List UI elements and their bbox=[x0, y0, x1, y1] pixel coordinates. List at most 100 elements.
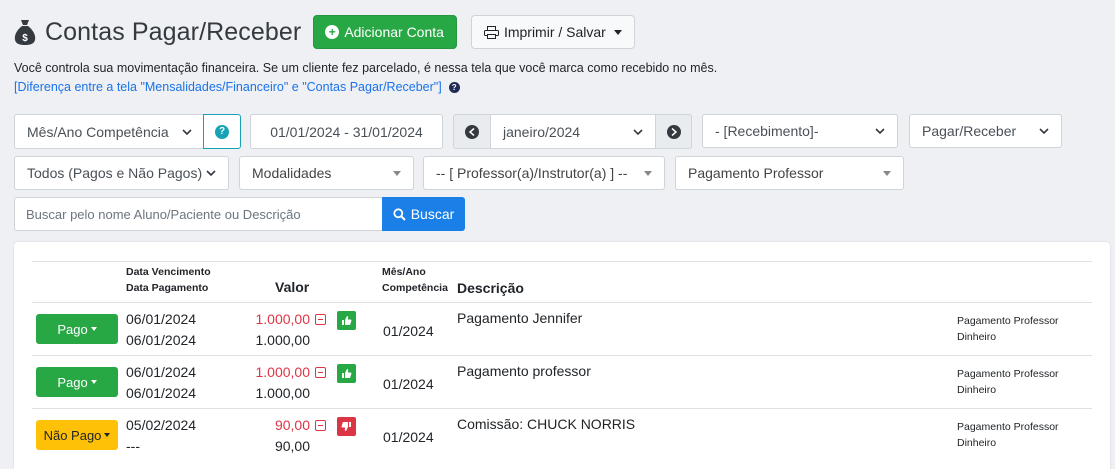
category-tag: Pagamento Professor bbox=[957, 368, 1059, 380]
category-value: Pagamento Professor bbox=[688, 165, 824, 181]
paid-status-select[interactable]: Todos (Pagos e Não Pagos) bbox=[14, 156, 229, 190]
search-icon bbox=[393, 207, 406, 221]
paid-amount: 1.000,00 bbox=[255, 385, 311, 401]
status-paid-button[interactable]: Pago bbox=[36, 314, 118, 344]
search-placeholder: Buscar pelo nome Aluno/Paciente ou Descr… bbox=[26, 206, 301, 222]
search-button-label: Buscar bbox=[410, 206, 455, 222]
table-row: Não Pago 05/02/2024 --- 90,00 90,00 01/2… bbox=[32, 409, 1092, 461]
paid-amount: 1.000,00 bbox=[255, 332, 311, 348]
category-tag: Pagamento Professor bbox=[957, 315, 1059, 327]
add-account-label: Adicionar Conta bbox=[344, 24, 444, 40]
pay-receive-value: Pagar/Receber bbox=[922, 123, 1017, 139]
chevron-down-icon bbox=[206, 170, 216, 177]
payment-date: 06/01/2024 bbox=[126, 332, 197, 348]
status-unpaid-button[interactable]: Não Pago bbox=[36, 420, 118, 450]
competence-value: 01/2024 bbox=[383, 429, 434, 445]
status-label: Pago bbox=[57, 321, 88, 337]
caret-down-icon bbox=[883, 170, 891, 176]
description-text: Pagamento professor bbox=[457, 363, 591, 379]
period-type-value: Mês/Ano Competência bbox=[27, 123, 169, 140]
paid-amount: 90,00 bbox=[274, 438, 310, 454]
category-tag: Pagamento Professor bbox=[957, 421, 1059, 433]
amount-value: 1.000,00 bbox=[255, 311, 311, 327]
accounts-card: Data Vencimento Data Pagamento Valor Mês… bbox=[14, 242, 1110, 469]
receipt-select[interactable]: - [Recebimento]- bbox=[702, 114, 898, 148]
payment-method-tag: Dinheiro bbox=[957, 384, 997, 396]
header-payment-date: Data Pagamento bbox=[126, 282, 209, 294]
amount-value: 90,00 bbox=[274, 417, 310, 433]
page-description: Você controla sua movimentação financeir… bbox=[14, 61, 718, 75]
page-title: Contas Pagar/Receber bbox=[45, 17, 302, 46]
page-header: $ Contas Pagar/Receber + Adicionar Conta… bbox=[14, 14, 635, 50]
money-bag-icon: $ bbox=[14, 20, 36, 45]
printer-icon bbox=[483, 25, 499, 39]
table-top-border bbox=[32, 261, 1092, 262]
search-input[interactable]: Buscar pelo nome Aluno/Paciente ou Descr… bbox=[14, 197, 383, 231]
due-date: 06/01/2024 bbox=[126, 311, 197, 327]
payment-date: --- bbox=[126, 438, 140, 454]
thumbs-up-icon[interactable] bbox=[337, 311, 356, 330]
minus-square-icon[interactable] bbox=[315, 314, 326, 325]
difference-link-text[interactable]: [Diferença entre a tela "Mensalidades/Fi… bbox=[14, 80, 442, 94]
add-account-button[interactable]: + Adicionar Conta bbox=[313, 15, 457, 49]
modalities-select[interactable]: Modalidades bbox=[239, 156, 414, 190]
amount-value: 1.000,00 bbox=[255, 364, 311, 380]
description-text: Comissão: CHUCK NORRIS bbox=[457, 416, 636, 432]
chevron-down-icon bbox=[182, 128, 192, 135]
thumbs-down-icon[interactable] bbox=[337, 417, 356, 436]
svg-text:$: $ bbox=[22, 33, 28, 44]
period-type-select[interactable]: Mês/Ano Competência bbox=[14, 114, 205, 149]
date-range-input[interactable]: 01/01/2024 - 31/01/2024 bbox=[250, 114, 443, 149]
status-label: Não Pago bbox=[43, 427, 102, 443]
header-competence: Competência bbox=[382, 282, 448, 294]
month-select[interactable]: janeiro/2024 bbox=[490, 114, 656, 149]
status-paid-button[interactable]: Pago bbox=[36, 367, 118, 397]
date-range-value: 01/01/2024 - 31/01/2024 bbox=[270, 123, 423, 140]
category-select[interactable]: Pagamento Professor bbox=[675, 156, 904, 190]
minus-square-icon[interactable] bbox=[315, 420, 326, 431]
table-row: Pago 06/01/2024 06/01/2024 1.000,00 1.00… bbox=[32, 303, 1092, 355]
paid-status-value: Todos (Pagos e Não Pagos) bbox=[27, 165, 203, 181]
caret-down-icon bbox=[393, 170, 401, 176]
professor-value: -- [ Professor(a)/Instrutor(a) ] -- bbox=[436, 165, 628, 181]
previous-month-button[interactable] bbox=[453, 114, 491, 149]
plus-icon: + bbox=[325, 25, 340, 39]
modalities-value: Modalidades bbox=[252, 165, 332, 181]
header-competence-month: Mês/Ano bbox=[382, 266, 426, 278]
thumbs-up-icon[interactable] bbox=[337, 364, 356, 383]
professor-select[interactable]: -- [ Professor(a)/Instrutor(a) ] -- bbox=[423, 156, 665, 190]
month-value: janeiro/2024 bbox=[503, 123, 581, 140]
chevron-left-icon bbox=[465, 124, 479, 139]
due-date: 05/02/2024 bbox=[126, 417, 197, 433]
payment-method-tag: Dinheiro bbox=[957, 437, 997, 449]
due-date: 06/01/2024 bbox=[126, 364, 197, 380]
chevron-right-icon bbox=[666, 124, 681, 139]
difference-help-link[interactable]: [Diferença entre a tela "Mensalidades/Fi… bbox=[14, 80, 460, 94]
minus-square-icon[interactable] bbox=[315, 367, 326, 378]
header-value: Valor bbox=[275, 279, 310, 295]
table-row: Pago 06/01/2024 06/01/2024 1.000,00 1.00… bbox=[32, 356, 1092, 408]
chevron-down-icon bbox=[633, 128, 643, 135]
header-description: Descrição bbox=[457, 280, 524, 296]
payment-date: 06/01/2024 bbox=[126, 385, 197, 401]
print-save-button[interactable]: Imprimir / Salvar bbox=[470, 15, 635, 49]
status-label: Pago bbox=[57, 374, 88, 390]
receipt-value: - [Recebimento]- bbox=[715, 123, 819, 139]
next-month-button[interactable] bbox=[655, 114, 692, 149]
caret-down-icon bbox=[644, 170, 652, 176]
caret-down-icon bbox=[613, 29, 622, 35]
caret-down-icon bbox=[104, 433, 111, 437]
header-due-date: Data Vencimento bbox=[126, 266, 211, 278]
caret-down-icon bbox=[90, 327, 97, 331]
period-help-button[interactable]: ? bbox=[203, 114, 241, 149]
pay-receive-select[interactable]: Pagar/Receber bbox=[909, 114, 1062, 148]
question-icon: ? bbox=[215, 124, 229, 139]
competence-value: 01/2024 bbox=[383, 323, 434, 339]
question-icon[interactable]: ? bbox=[448, 81, 460, 93]
payment-method-tag: Dinheiro bbox=[957, 331, 997, 343]
description-text: Pagamento Jennifer bbox=[457, 310, 583, 326]
caret-down-icon bbox=[90, 380, 97, 384]
print-save-label: Imprimir / Salvar bbox=[503, 24, 606, 40]
search-button[interactable]: Buscar bbox=[382, 197, 465, 231]
chevron-down-icon bbox=[875, 128, 885, 135]
